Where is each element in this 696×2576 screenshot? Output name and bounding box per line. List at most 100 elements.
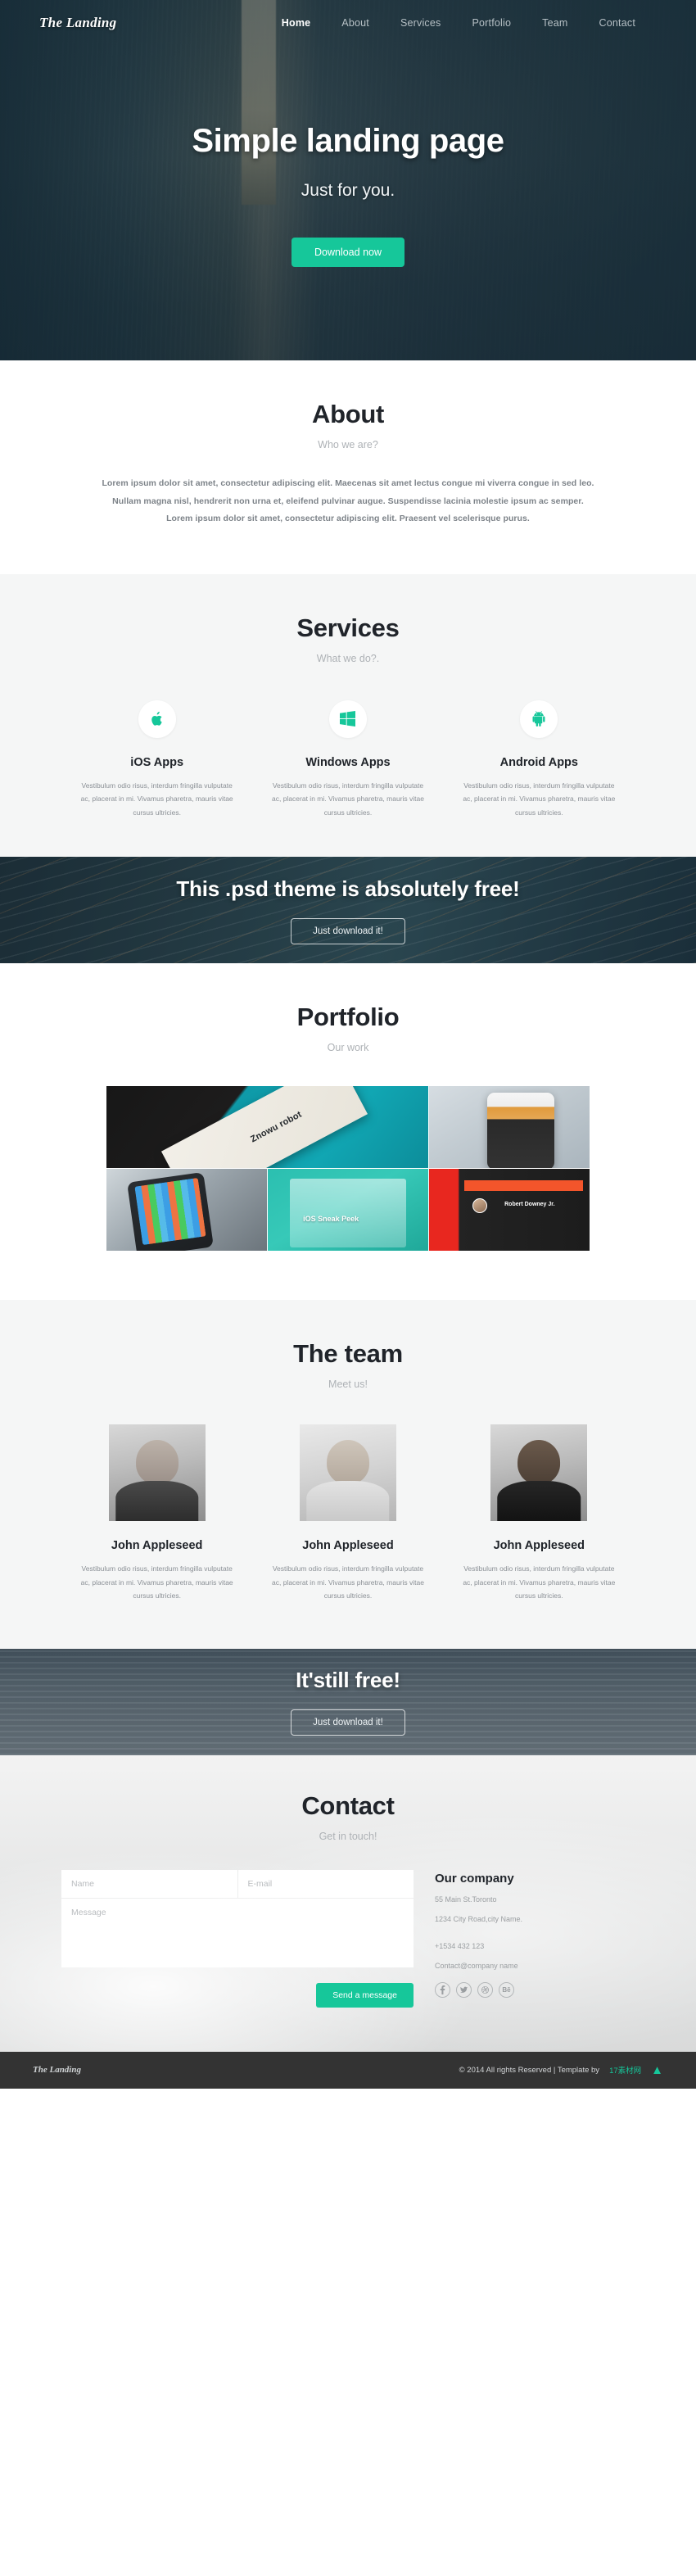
cta-banner-still-free: It'still free! Just download it!	[0, 1648, 696, 1755]
service-card-ios: iOS Apps Vestibulum odio risus, interdum…	[61, 699, 252, 820]
cta-overlay	[0, 857, 696, 964]
hero-content: Simple landing page Just for you. Downlo…	[0, 45, 696, 267]
contact-content: Contact Get in touch! Send a message Our…	[0, 1791, 696, 2008]
scroll-to-top-icon[interactable]: ▲	[651, 2064, 663, 2076]
service-text: Vestibulum odio risus, interdum fringill…	[80, 781, 233, 817]
team-section: The team Meet us! John Appleseed Vestibu…	[0, 1300, 696, 1649]
services-grid: iOS Apps Vestibulum odio risus, interdum…	[61, 699, 635, 820]
nav-links: Home About Services Portfolio Team Conta…	[282, 17, 657, 29]
footer-meta: © 2014 All rights Reserved | Template by…	[459, 2064, 663, 2076]
company-title: Our company	[435, 1871, 514, 1886]
windows-icon	[328, 699, 367, 738]
portfolio-item[interactable]	[106, 1169, 267, 1252]
company-phone: +1534 432 123	[435, 1941, 485, 1950]
portfolio-item[interactable]: iOS Sneak Peek	[268, 1169, 428, 1252]
download-now-button[interactable]: Download now	[292, 238, 404, 267]
nav-item-contact[interactable]: Contact	[599, 17, 635, 29]
footer: The Landing © 2014 All rights Reserved |…	[0, 2051, 696, 2089]
team-member-name: John Appleseed	[493, 1539, 585, 1553]
team-member-bio: Vestibulum odio risus, interdum fringill…	[272, 1564, 424, 1600]
about-subtitle: Who we are?	[318, 439, 378, 450]
team-grid: John Appleseed Vestibulum odio risus, in…	[61, 1424, 635, 1603]
company-address-line-2: 1234 City Road,city Name.	[435, 1915, 523, 1924]
cta-banner-free-theme: This .psd theme is absolutely free! Just…	[0, 857, 696, 964]
company-info: Our company 55 Main St.Toronto 1234 City…	[435, 1870, 635, 2008]
avatar	[108, 1424, 206, 1522]
cta-title: This .psd theme is absolutely free!	[176, 876, 520, 901]
main-navigation: The Landing Home About Services Portfoli…	[0, 0, 696, 45]
about-line-2: Nullam magna nisl, hendrerit non urna et…	[112, 496, 584, 506]
service-name: Android Apps	[499, 755, 578, 769]
avatar	[299, 1424, 396, 1522]
portfolio-item[interactable]: Znowu robot	[106, 1086, 428, 1169]
nav-item-home[interactable]: Home	[282, 17, 311, 29]
portfolio-item-caption: Robert Downey Jr.	[504, 1202, 555, 1208]
portfolio-section: Portfolio Our work Znowu robot iOS Sneak…	[0, 963, 696, 1301]
footer-logo[interactable]: The Landing	[33, 2065, 81, 2075]
email-input[interactable]	[237, 1869, 414, 1898]
team-member-bio: Vestibulum odio risus, interdum fringill…	[80, 1564, 233, 1600]
about-line-1: Lorem ipsum dolor sit amet, consectetur …	[102, 478, 594, 488]
hero-section: The Landing Home About Services Portfoli…	[0, 0, 696, 360]
team-member-card: John Appleseed Vestibulum odio risus, in…	[252, 1424, 443, 1603]
message-textarea[interactable]	[61, 1898, 414, 1967]
team-member-name: John Appleseed	[111, 1539, 203, 1553]
nav-item-portfolio[interactable]: Portfolio	[472, 17, 511, 29]
service-card-android: Android Apps Vestibulum odio risus, inte…	[444, 699, 635, 820]
portfolio-item[interactable]	[429, 1086, 590, 1169]
footer-credit-link[interactable]: 17素材网	[609, 2064, 641, 2076]
service-name: iOS Apps	[130, 755, 184, 769]
behance-icon[interactable]: Bē	[499, 1982, 514, 1999]
send-row: Send a message	[61, 1982, 414, 2008]
team-subtitle: Meet us!	[328, 1379, 368, 1391]
dribbble-icon[interactable]	[477, 1982, 493, 1999]
portfolio-item[interactable]: Robert Downey Jr.	[429, 1169, 590, 1252]
apple-icon	[138, 699, 176, 738]
nav-item-services[interactable]: Services	[400, 17, 441, 29]
avatar	[490, 1424, 588, 1522]
service-name: Windows Apps	[305, 755, 391, 769]
team-title: The team	[293, 1339, 403, 1369]
about-section: About Who we are? Lorem ipsum dolor sit …	[0, 360, 696, 574]
contact-title: Contact	[301, 1791, 395, 1820]
contact-form-row	[61, 1869, 414, 1898]
just-download-it-button[interactable]: Just download it!	[291, 917, 405, 944]
service-text: Vestibulum odio risus, interdum fringill…	[463, 781, 616, 817]
logo[interactable]: The Landing	[39, 15, 116, 31]
company-address-line-1: 55 Main St.Toronto	[435, 1895, 497, 1904]
team-member-card: John Appleseed Vestibulum odio risus, in…	[61, 1424, 252, 1603]
portfolio-avatar	[472, 1198, 487, 1214]
twitter-icon[interactable]	[456, 1982, 472, 1999]
team-member-card: John Appleseed Vestibulum odio risus, in…	[444, 1424, 635, 1603]
portfolio-item-caption: Znowu robot	[249, 1109, 304, 1145]
about-line-3: Lorem ipsum dolor sit amet, consectetur …	[166, 514, 530, 524]
portfolio-grid: Znowu robot iOS Sneak Peek Robert Downey…	[106, 1086, 590, 1252]
hero-subtitle: Just for you.	[301, 181, 395, 200]
services-title: Services	[296, 613, 400, 642]
services-section: Services What we do?. iOS Apps Vestibulu…	[0, 573, 696, 858]
service-text: Vestibulum odio risus, interdum fringill…	[272, 781, 424, 817]
nav-item-about[interactable]: About	[341, 17, 369, 29]
send-message-button[interactable]: Send a message	[316, 1982, 414, 2008]
portfolio-subtitle: Our work	[327, 1042, 369, 1054]
name-input[interactable]	[61, 1869, 237, 1898]
company-email: Contact@company name	[435, 1962, 518, 1971]
team-member-bio: Vestibulum odio risus, interdum fringill…	[463, 1564, 616, 1600]
social-links: Bē	[435, 1982, 635, 1999]
nav-item-team[interactable]: Team	[542, 17, 567, 29]
contact-subtitle: Get in touch!	[319, 1830, 377, 1842]
contact-columns: Send a message Our company 55 Main St.To…	[61, 1869, 635, 2008]
portfolio-item-caption: iOS Sneak Peek	[303, 1215, 359, 1224]
hero-title: Simple landing page	[192, 123, 504, 159]
cta-title: It'still free!	[296, 1668, 400, 1693]
contact-section: Contact Get in touch! Send a message Our…	[0, 1754, 696, 2052]
just-download-it-button[interactable]: Just download it!	[291, 1709, 405, 1736]
team-member-name: John Appleseed	[302, 1539, 394, 1553]
services-subtitle: What we do?.	[316, 652, 380, 664]
about-title: About	[311, 400, 385, 428]
portfolio-title: Portfolio	[296, 1003, 400, 1032]
facebook-icon[interactable]	[435, 1982, 450, 1999]
footer-copyright: © 2014 All rights Reserved | Template by	[459, 2065, 600, 2075]
about-paragraph: Lorem ipsum dolor sit amet, consectetur …	[61, 475, 635, 528]
android-icon	[520, 699, 558, 738]
